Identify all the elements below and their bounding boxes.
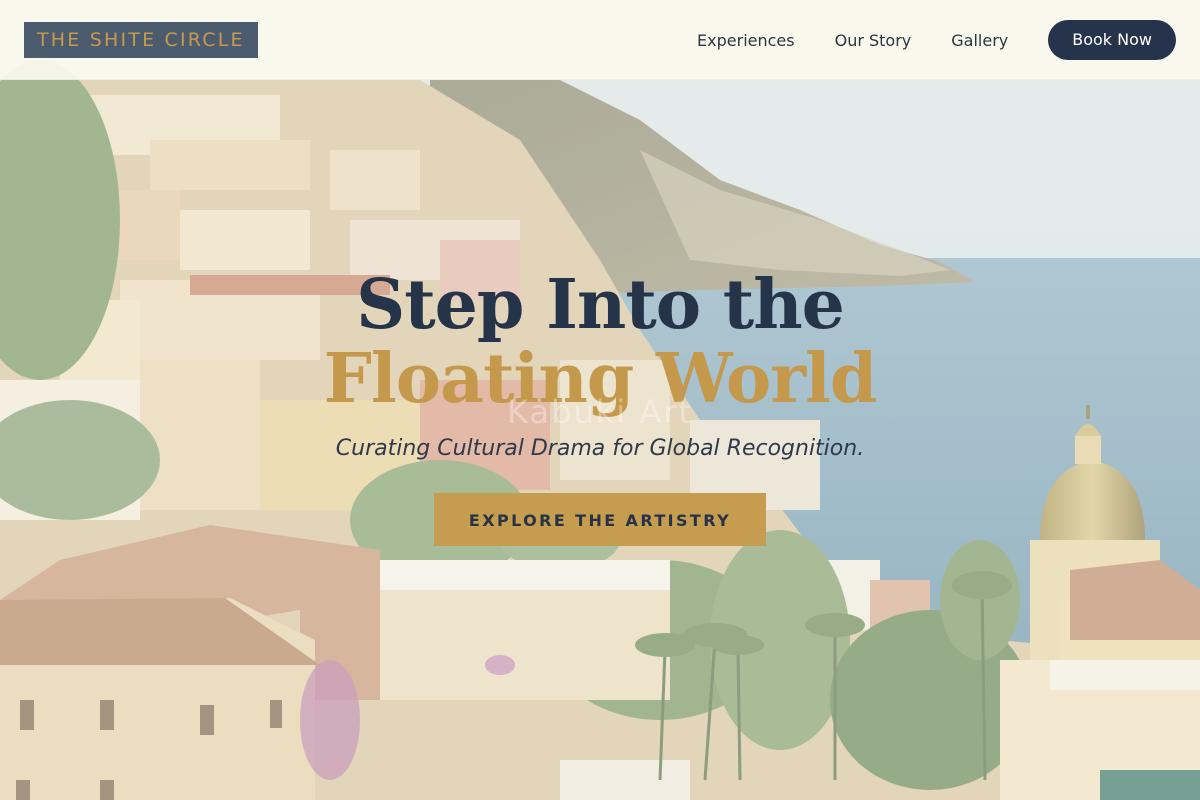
hero-section: Step Into the Floating World Kabuki Art … xyxy=(0,0,1200,800)
explore-artistry-button[interactable]: EXPLORE THE ARTISTRY xyxy=(434,493,766,546)
hero-subtitle: Curating Cultural Drama for Global Recog… xyxy=(335,436,865,461)
hero-ghost-text: Kabuki Art xyxy=(507,393,693,431)
